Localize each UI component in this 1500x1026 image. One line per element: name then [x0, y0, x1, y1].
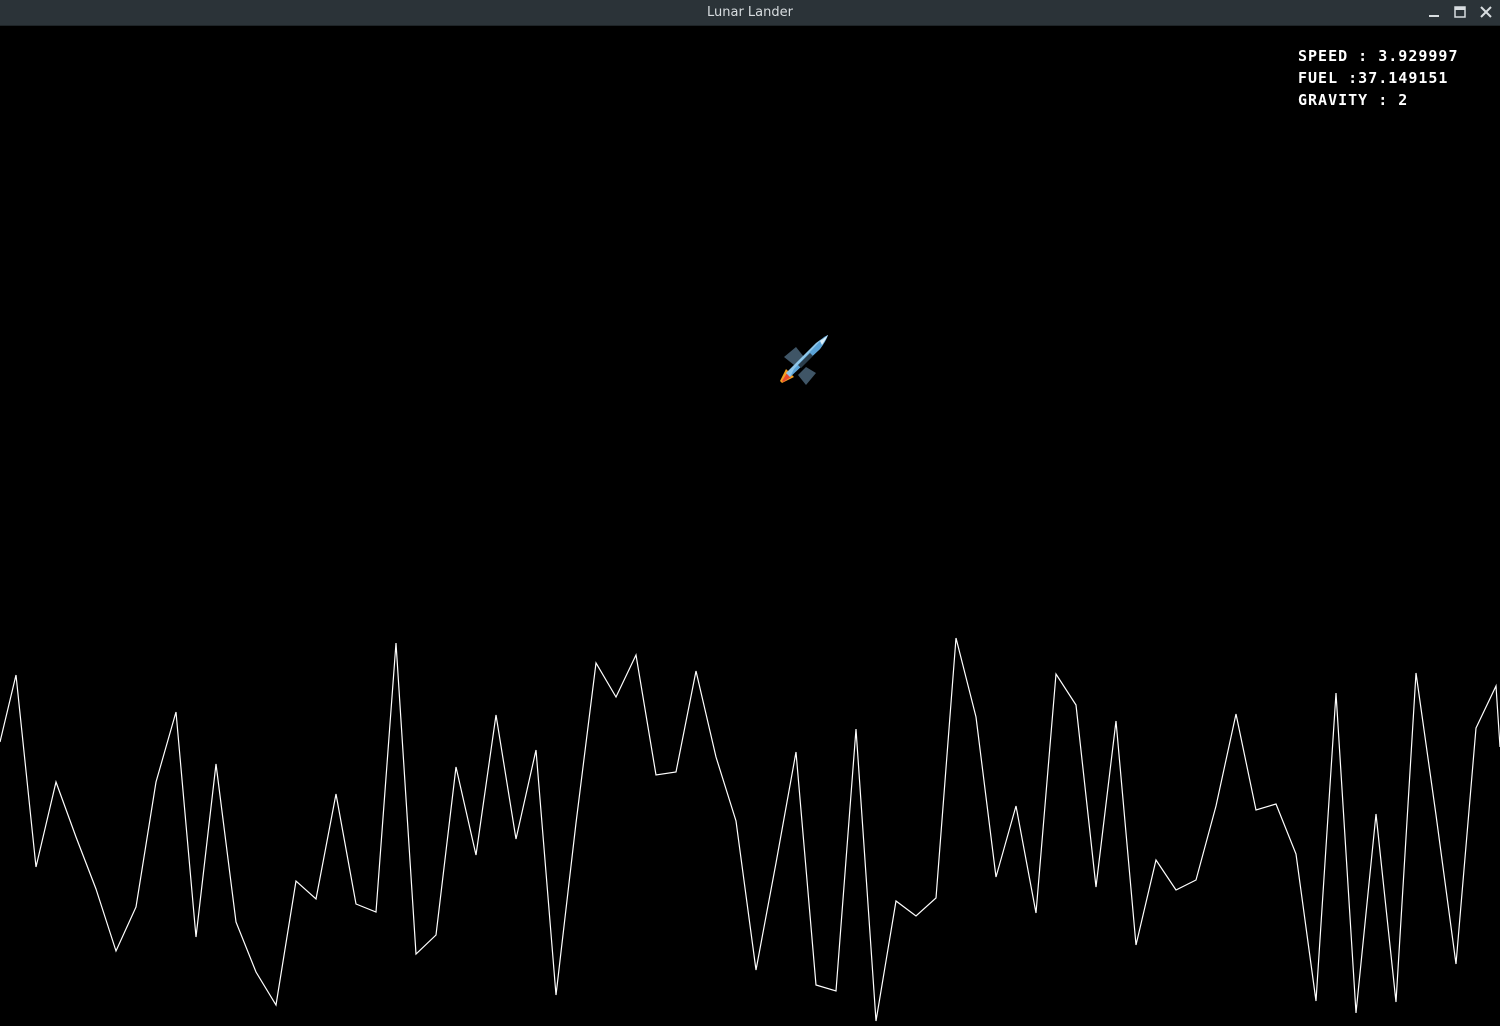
minimize-button[interactable] [1424, 3, 1444, 23]
game-canvas[interactable]: SPEED : 3.929997 FUEL :37.149151 GRAVITY… [0, 27, 1500, 1026]
window-title: Lunar Lander [707, 5, 793, 20]
rocket-icon [780, 335, 828, 385]
lunar-terrain [0, 637, 1500, 1022]
fuel-readout: FUEL :37.149151 [1298, 69, 1449, 87]
title-bar[interactable]: Lunar Lander [0, 0, 1500, 26]
close-icon [1480, 6, 1492, 18]
gravity-readout: GRAVITY : 2 [1298, 91, 1409, 109]
speed-readout: SPEED : 3.929997 [1298, 47, 1459, 65]
close-button[interactable] [1476, 3, 1496, 23]
minimize-icon [1429, 15, 1439, 17]
maximize-icon [1454, 6, 1466, 18]
hud-panel: SPEED : 3.929997 FUEL :37.149151 GRAVITY… [1298, 45, 1459, 111]
maximize-button[interactable] [1450, 3, 1470, 23]
terrain-line [0, 637, 1500, 1022]
game-window: Lunar Lander SPEED : 3.929997 FUEL :37.1… [0, 0, 1500, 1026]
